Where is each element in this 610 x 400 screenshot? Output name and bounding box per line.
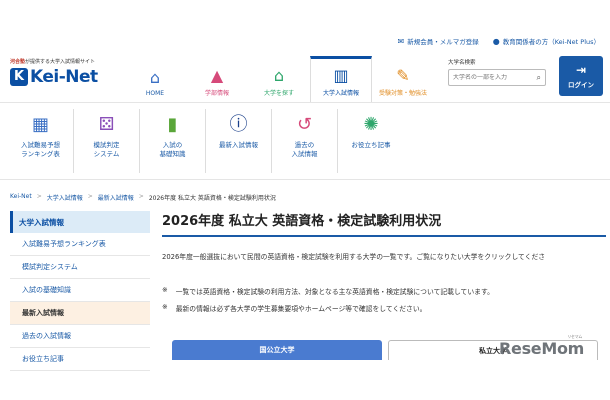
logo-tagline: 河合塾が提供する大学入試情報サイト [10,58,122,65]
nav-find-university[interactable]: ⌂ 大学を探す [248,56,310,102]
sub-nav-articles-label: お役立ち記事 [351,141,391,149]
register-link[interactable]: ✉ 新規会員・メルマガ登録 [397,36,479,47]
search-input[interactable] [453,74,531,81]
sidebar-item-past[interactable]: 過去の入試情報 [10,325,150,348]
staff-link[interactable]: ● 教育関係者の方（Kei-Net Plus） [492,36,600,47]
search-caption: 大学名検索 [448,60,476,66]
page: ✉ 新規会員・メルマガ登録 ● 教育関係者の方（Kei-Net Plus） 河合塾が… [0,0,610,400]
page-description: 2026年度一般選抜において民間の英語資格・検定試験を利用する大学の一覧です。ご… [162,253,546,261]
graduation-cap-icon: ▲ [210,66,224,85]
sub-nav-mock-judge[interactable]: ⚄ 模試判定 システム [74,109,140,173]
breadcrumb: Kei-Net > 大学入試情報 > 最新入試情報 > 2026年度 私立大 英… [10,193,276,202]
info-icon: ⓘ [229,114,248,135]
sub-nav-articles[interactable]: ✺ お役立ち記事 [338,109,404,173]
note-latest: ※ 最新の情報は必ず各大学の学生募集要項やホームページ等で確認をしてください。 [162,303,426,313]
nav-admission-info-label: 大学入試情報 [322,90,359,97]
login-button[interactable]: ⇥ ログイン [559,56,603,96]
resemom-watermark: ReseMom リセマム [499,334,585,358]
pencil-icon: ✎ [396,66,410,85]
breadcrumb-current: 2026年度 私立大 英語資格・検定試験利用状況 [148,195,276,202]
breadcrumb-separator: > [87,193,93,200]
nav-home-label: HOME [145,90,165,97]
nav-exam-prep-label: 受験対策・勉強法 [378,90,427,97]
breadcrumb-item[interactable]: 最新入試情報 [98,193,134,202]
watermark-text: ReseMom [499,339,585,358]
sub-nav-ranking[interactable]: ▦ 入試難易予想 ランキング表 [8,109,74,173]
table-icon: ▦ [31,114,49,135]
logo-name: K Kei-Net [10,67,122,87]
login-label: ログイン [568,80,594,89]
university-search: 大学名検索 ⌕ [448,58,550,86]
top-links: ✉ 新規会員・メルマガ登録 ● 教育関係者の方（Kei-Net Plus） [397,36,600,47]
note-latest-text: 最新の情報は必ず各大学の学生募集要項やホームページ等で確認をしてください。 [175,305,427,313]
breadcrumb-separator: > [138,193,144,200]
login-icon: ⇥ [575,62,587,77]
search-box: ⌕ [448,69,546,86]
mail-icon: ✉ [397,36,405,46]
sidebar-item-ranking[interactable]: 入試難易予想ランキング表 [10,233,150,256]
sub-nav-past-label: 過去の 入試情報 [291,141,318,158]
sub-nav-basics-label: 入試の 基礎知識 [159,141,186,158]
lightbulb-icon: ✺ [363,114,379,135]
tab-national-public[interactable]: 国公立大学 [172,340,382,360]
logo-tagline-brand: 河合塾 [10,59,26,65]
person-icon: ● [492,36,500,46]
breadcrumb-item[interactable]: Kei-Net [10,193,32,202]
nav-admission-info[interactable]: ▥ 大学入試情報 [310,56,372,102]
sub-nav: ▦ 入試難易予想 ランキング表 ⚄ 模試判定 システム ▮ 入試の 基礎知識 ⓘ… [8,109,404,173]
nav-find-university-label: 大学を探す [263,90,294,97]
logo-tagline-rest: が提供する大学入試情報サイト [25,59,96,65]
logo-text: Kei-Net [30,67,98,87]
history-icon: ↺ [296,114,313,135]
home-icon: ⌂ [149,68,161,87]
title-underline [162,235,606,237]
sidebar-item-mock-judge[interactable]: 模試判定システム [10,256,150,279]
nav-home[interactable]: ⌂ HOME [124,56,186,102]
sub-nav-basics[interactable]: ▮ 入試の 基礎知識 [140,109,206,173]
staff-link-label: 教育関係者の方（Kei-Net Plus） [502,38,600,46]
nav-faculty-info-label: 学部情報 [204,90,229,97]
site-logo[interactable]: 河合塾が提供する大学入試情報サイト K Kei-Net [10,58,122,87]
search-icon[interactable]: ⌕ [537,73,541,83]
book-icon: ▮ [167,114,178,135]
sidebar: 大学入試情報 入試難易予想ランキング表 模試判定システム 入試の基礎知識 最新入… [10,211,150,371]
note-usage: ※ 一覧では英語資格・検定試験の利用方法、対象となる主な英語資格・検定試験につい… [162,286,494,296]
nav-faculty-info[interactable]: ▲ 学部情報 [186,56,248,102]
page-title: 2026年度 私立大 英語資格・検定試験利用状況 [162,214,442,229]
logo-mark: K [10,68,28,86]
note-usage-text: 一覧では英語資格・検定試験の利用方法、対象となる主な英語資格・検定試験について記… [175,288,494,296]
sidebar-item-basics[interactable]: 入試の基礎知識 [10,279,150,302]
sidebar-heading[interactable]: 大学入試情報 [10,211,150,233]
sub-nav-latest[interactable]: ⓘ 最新入試情報 [206,109,272,173]
sub-nav-ranking-label: 入試難易予想 ランキング表 [21,141,60,158]
bar-chart-icon: ▥ [333,66,349,85]
sidebar-item-articles[interactable]: お役立ち記事 [10,348,150,371]
nav-exam-prep[interactable]: ✎ 受験対策・勉強法 [372,56,434,102]
main-nav: ⌂ HOME ▲ 学部情報 ⌂ 大学を探す ▥ 大学入試情報 ✎ 受験対策・勉強… [124,56,434,102]
sub-nav-latest-label: 最新入試情報 [219,141,258,149]
school-search-icon: ⌂ [273,66,285,85]
breadcrumb-separator: > [36,193,42,200]
sub-nav-bar: ▦ 入試難易予想 ランキング表 ⚄ 模試判定 システム ▮ 入試の 基礎知識 ⓘ… [0,102,610,180]
breadcrumb-item[interactable]: 大学入試情報 [47,193,83,202]
dice-icon: ⚄ [98,114,115,135]
sidebar-item-latest[interactable]: 最新入試情報 [10,302,150,325]
watermark-small-text: リセマム [567,334,583,339]
note-mark: ※ [162,286,168,294]
register-link-label: 新規会員・メルマガ登録 [407,38,479,46]
sub-nav-past[interactable]: ↺ 過去の 入試情報 [272,109,338,173]
sub-nav-mock-judge-label: 模試判定 システム [93,141,120,158]
note-mark: ※ [162,303,168,311]
